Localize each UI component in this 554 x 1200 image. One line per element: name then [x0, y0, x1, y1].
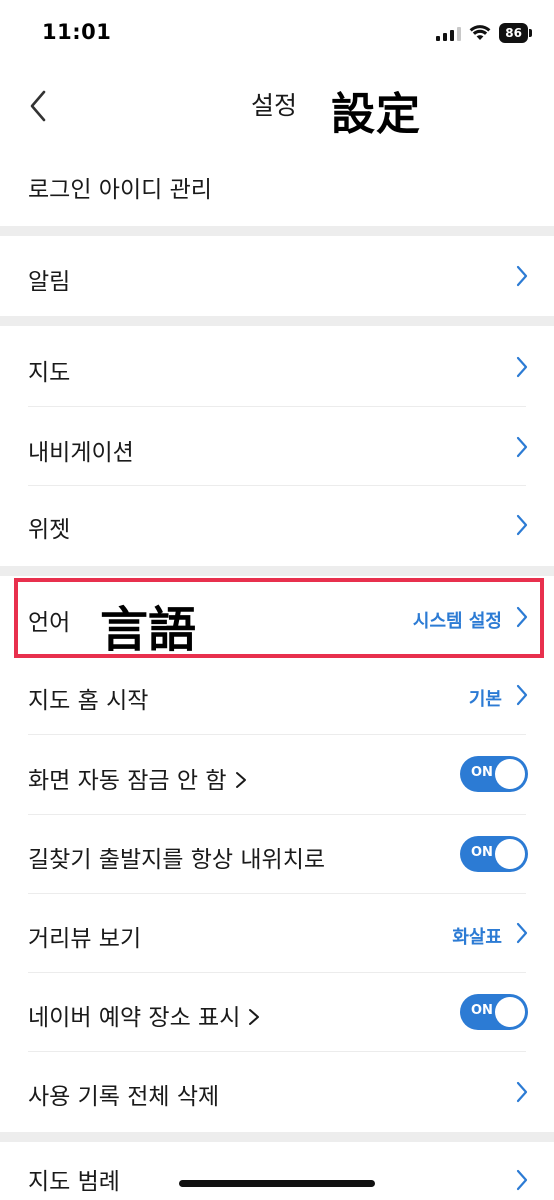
section-gap: [0, 1132, 554, 1142]
row-value: 기본: [468, 689, 502, 710]
chevron-right-icon: [516, 514, 528, 536]
language-annotation: 言語: [100, 602, 197, 658]
home-indicator[interactable]: [179, 1180, 375, 1187]
chevron-right-icon: [516, 606, 528, 628]
toggle-knob: [495, 839, 525, 869]
row-label-text: 화면 자동 잠금 안 함: [28, 768, 227, 794]
chevron-right-icon: [516, 1169, 528, 1191]
row-map-home-start[interactable]: 지도 홈 시작 기본: [0, 658, 554, 734]
signal-bars-icon: [436, 25, 462, 41]
row-label: 로그인 아이디 관리: [28, 177, 212, 203]
row-label: 네이버 예약 장소 표시: [28, 998, 260, 1032]
row-map[interactable]: 지도: [0, 326, 554, 406]
section-gap: [0, 566, 554, 576]
row-map-legend[interactable]: 지도 범례: [0, 1142, 554, 1200]
row-label: 길찾기 출발지를 항상 내위치로: [28, 847, 326, 873]
row-label: 지도 홈 시작: [28, 688, 149, 714]
row-label: 지도: [28, 360, 71, 386]
row-label: 거리뷰 보기: [28, 926, 142, 952]
route-start-toggle[interactable]: ON: [460, 836, 528, 872]
row-screen-autolock[interactable]: 화면 자동 잠금 안 함 ON: [0, 735, 554, 814]
row-street-view[interactable]: 거리뷰 보기 화살표: [0, 894, 554, 972]
nav-header: 설정 設定: [0, 66, 554, 144]
chevron-right-icon: [516, 265, 528, 287]
row-label: 사용 기록 전체 삭제: [28, 1084, 220, 1110]
row-label: 언어: [28, 610, 71, 636]
row-route-start[interactable]: 길찾기 출발지를 항상 내위치로 ON: [0, 815, 554, 893]
status-icons: 86: [436, 23, 532, 43]
row-alerts[interactable]: 알림: [0, 236, 554, 316]
autolock-toggle[interactable]: ON: [460, 756, 528, 792]
row-label-text: 네이버 예약 장소 표시: [28, 1005, 241, 1031]
wifi-icon: [469, 25, 491, 40]
toggle-state: ON: [471, 1003, 493, 1018]
row-navigation[interactable]: 내비게이션: [0, 407, 554, 485]
chevron-right-icon: [516, 1081, 528, 1103]
chevron-right-icon: [516, 684, 528, 706]
status-bar: 11:01 86: [0, 0, 554, 66]
row-delete-history[interactable]: 사용 기록 전체 삭제: [0, 1052, 554, 1132]
title-annotation: 設定: [331, 89, 421, 140]
row-label: 내비게이션: [28, 440, 134, 466]
row-label: 화면 자동 잠금 안 함: [28, 761, 247, 795]
row-value: 시스템 설정: [412, 611, 502, 632]
toggle-state: ON: [471, 765, 493, 780]
chevron-right-icon: [249, 1009, 260, 1025]
chevron-right-icon: [516, 436, 528, 458]
row-label: 위젯: [28, 517, 71, 543]
row-value: 화살표: [452, 927, 502, 948]
chevron-left-icon: [30, 90, 46, 122]
row-language[interactable]: 언어 시스템 설정: [0, 576, 554, 656]
row-label: 지도 범례: [28, 1169, 120, 1195]
section-gap: [0, 316, 554, 326]
naver-reservation-toggle[interactable]: ON: [460, 994, 528, 1030]
chevron-right-icon: [235, 772, 246, 788]
toggle-knob: [495, 997, 525, 1027]
back-button[interactable]: [18, 84, 58, 128]
section-gap: [0, 226, 554, 236]
battery-indicator: 86: [499, 23, 532, 43]
chevron-right-icon: [516, 922, 528, 944]
row-label: 알림: [28, 269, 71, 295]
status-time: 11:01: [42, 20, 112, 44]
row-naver-reservation[interactable]: 네이버 예약 장소 표시 ON: [0, 973, 554, 1051]
toggle-knob: [495, 759, 525, 789]
toggle-state: ON: [471, 845, 493, 860]
chevron-right-icon: [516, 356, 528, 378]
row-widget[interactable]: 위젯: [0, 486, 554, 566]
page-title: 설정: [251, 91, 298, 120]
row-login-id[interactable]: 로그인 아이디 관리: [0, 144, 554, 226]
